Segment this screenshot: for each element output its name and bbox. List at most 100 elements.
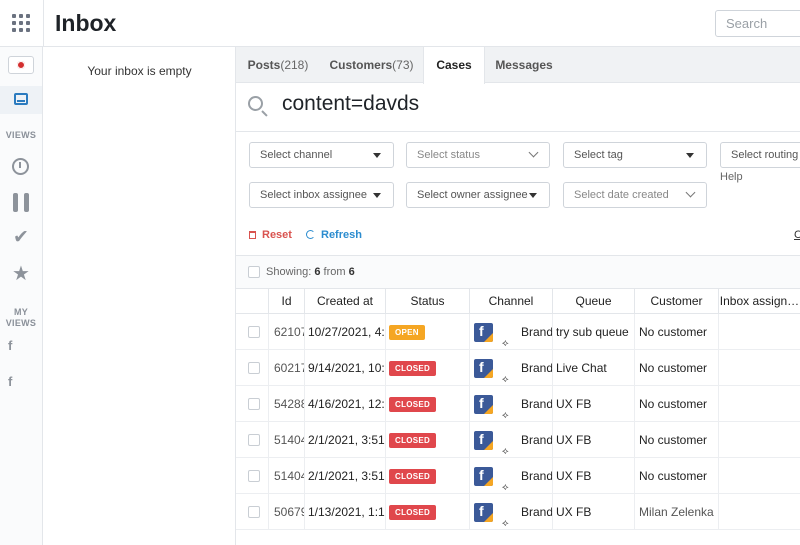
table-row[interactable]: 514042/1/2021, 3:51 FCLOSED ⟡ BrandUX FBNo…: [236, 458, 800, 494]
cell-customer: No customer: [634, 458, 718, 494]
showing-bar: Showing: 6 from 6: [236, 255, 800, 289]
tab-bar: Posts(218) Customers(73) Cases Messages: [236, 47, 800, 84]
reset-button[interactable]: Reset: [249, 229, 292, 241]
query-input[interactable]: content=davds: [282, 92, 419, 116]
cell-queue: UX FB: [552, 458, 634, 494]
table-row[interactable]: 542884/16/2021, 12:0CLOSED ⟡ BrandUX FBNo …: [236, 386, 800, 422]
cell-assignee: [718, 314, 800, 350]
caret-down-icon: [529, 193, 537, 198]
row-checkbox[interactable]: [248, 434, 260, 446]
tab-posts[interactable]: Posts(218): [236, 47, 320, 83]
cell-channel: ⟡ Brand: [469, 494, 552, 530]
facebook-icon: [474, 323, 493, 342]
cell-customer: No customer: [634, 350, 718, 386]
cell-assignee: [718, 386, 800, 422]
cell-created: 10/27/2021, 4:3: [304, 314, 385, 350]
cell-created: 4/16/2021, 12:0: [304, 386, 385, 422]
views-label: VIEWS: [5, 130, 37, 140]
cell-queue: UX FB: [552, 494, 634, 530]
channel-name: Brand: [521, 433, 552, 447]
link-icon: ⟡: [502, 518, 509, 529]
cell-queue: Live Chat: [552, 350, 634, 386]
status-select[interactable]: Select status: [406, 142, 550, 168]
facebook-view-icon[interactable]: f: [8, 374, 12, 389]
facebook-view-icon[interactable]: f: [8, 338, 12, 353]
cell-status: CLOSED: [385, 386, 469, 422]
channel-name: Brand: [521, 397, 552, 411]
column-header-customer[interactable]: Customer: [634, 289, 718, 314]
channel-select[interactable]: Select channel: [249, 142, 394, 168]
cell-customer: No customer: [634, 314, 718, 350]
truncated-link[interactable]: C: [794, 229, 800, 241]
cell-assignee: [718, 458, 800, 494]
inbox-icon: [14, 93, 28, 105]
table-row[interactable]: 6210710/27/2021, 4:3OPEN ⟡ Brandtry sub qu…: [236, 314, 800, 350]
cell-queue: UX FB: [552, 386, 634, 422]
date-created-select[interactable]: Select date created: [563, 182, 707, 208]
row-checkbox[interactable]: [248, 398, 260, 410]
routing-select[interactable]: Select routing q: [720, 142, 800, 168]
record-icon[interactable]: [8, 56, 34, 74]
status-badge: CLOSED: [389, 361, 437, 377]
my-views-label: MY VIEWS: [5, 307, 37, 328]
cell-queue: UX FB: [552, 422, 634, 458]
row-checkbox[interactable]: [248, 326, 260, 338]
column-header-created-at[interactable]: Created at: [304, 289, 385, 314]
cell-channel: ⟡ Brand: [469, 314, 552, 350]
table-row[interactable]: 602179/14/2021, 10:2CLOSED ⟡ BrandLive Cha…: [236, 350, 800, 386]
main-content: Posts(218) Customers(73) Cases Messages …: [236, 47, 800, 545]
channel-name: Brand: [521, 325, 552, 339]
facebook-icon: [474, 395, 493, 414]
column-header-queue[interactable]: Queue: [552, 289, 634, 314]
app-header: Inbox Search: [0, 0, 800, 47]
refresh-icon: [306, 230, 315, 239]
table-header: Id Created at Status Channel Queue Custo…: [236, 289, 800, 314]
inbox-assignee-select[interactable]: Select inbox assignee: [249, 182, 394, 208]
cell-queue: try sub queue: [552, 314, 634, 350]
apps-grid-icon[interactable]: [12, 14, 30, 32]
status-badge: CLOSED: [389, 433, 437, 449]
row-checkbox[interactable]: [248, 362, 260, 374]
channel-name: Brand: [521, 361, 552, 375]
header-divider: [43, 0, 44, 47]
facebook-icon: [474, 431, 493, 450]
column-header-inbox-assignee[interactable]: Inbox assign…: [718, 289, 800, 314]
select-all-checkbox[interactable]: [248, 266, 260, 278]
star-icon[interactable]: ★: [11, 264, 31, 284]
status-badge: CLOSED: [389, 469, 437, 485]
tab-customers[interactable]: Customers(73): [320, 47, 423, 83]
facebook-icon: [474, 359, 493, 378]
refresh-button[interactable]: Refresh: [306, 229, 362, 241]
row-checkbox[interactable]: [248, 506, 260, 518]
row-checkbox[interactable]: [248, 470, 260, 482]
status-badge: CLOSED: [389, 505, 437, 521]
link-icon: ⟡: [502, 410, 509, 421]
tab-cases[interactable]: Cases: [423, 47, 485, 84]
status-badge: OPEN: [389, 325, 425, 341]
help-link[interactable]: Help: [720, 171, 743, 183]
left-rail: VIEWS ✔ ★ MY VIEWS f f: [0, 47, 43, 545]
status-badge: CLOSED: [389, 397, 437, 413]
tag-select[interactable]: Select tag: [563, 142, 707, 168]
showing-count: Showing: 6 from 6: [266, 266, 355, 278]
checkmark-icon[interactable]: ✔: [11, 228, 31, 248]
column-header-id[interactable]: Id: [268, 289, 304, 314]
column-header-status[interactable]: Status: [385, 289, 469, 314]
cell-id: 54288: [268, 386, 304, 422]
channel-name: Brand: [521, 505, 552, 519]
clock-icon[interactable]: [12, 158, 29, 175]
table-row[interactable]: 506791/13/2021, 1:18CLOSED ⟡ BrandUX FBMil…: [236, 494, 800, 530]
rail-item-inbox[interactable]: [0, 86, 42, 114]
cell-channel: ⟡ Brand: [469, 422, 552, 458]
cell-created: 2/1/2021, 3:51 F: [304, 422, 385, 458]
chevron-down-icon: [528, 147, 539, 158]
pause-icon[interactable]: [13, 193, 29, 212]
cell-status: OPEN: [385, 314, 469, 350]
table-row[interactable]: 514042/1/2021, 3:51 FCLOSED ⟡ BrandUX FBNo…: [236, 422, 800, 458]
search-input[interactable]: Search: [715, 10, 800, 37]
column-header-channel[interactable]: Channel: [469, 289, 552, 314]
tab-messages[interactable]: Messages: [485, 47, 563, 83]
cell-assignee: [718, 350, 800, 386]
owner-assignee-select[interactable]: Select owner assignee: [406, 182, 550, 208]
chevron-down-icon: [685, 187, 696, 198]
